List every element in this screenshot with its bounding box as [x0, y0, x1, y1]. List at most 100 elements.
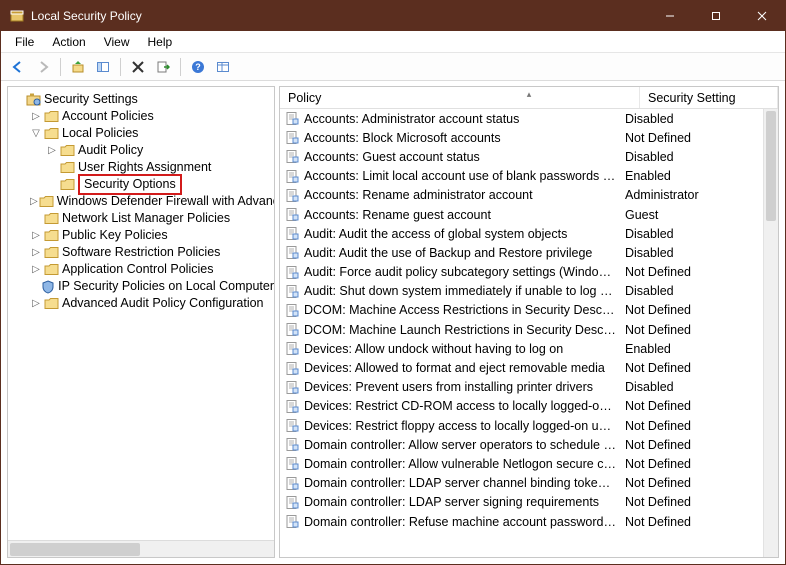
policy-setting: Not Defined — [625, 515, 763, 529]
policy-icon — [284, 130, 300, 146]
tree-view[interactable]: Security Settings▷Account Policies▽Local… — [8, 87, 274, 540]
policy-setting: Administrator — [625, 188, 763, 202]
policy-row[interactable]: DCOM: Machine Access Restrictions in Sec… — [280, 301, 763, 320]
tree-item[interactable]: ▷Software Restriction Policies — [10, 244, 274, 261]
tree-item[interactable]: IP Security Policies on Local Computer — [10, 278, 274, 295]
policy-row[interactable]: Accounts: Guest account statusDisabled — [280, 147, 763, 166]
expander-icon[interactable]: ▽ — [30, 125, 42, 142]
policy-setting: Not Defined — [625, 361, 763, 375]
policy-icon — [284, 149, 300, 165]
policy-name: Devices: Restrict floppy access to local… — [304, 419, 625, 433]
tree-item[interactable]: ▷Advanced Audit Policy Configuration — [10, 295, 274, 312]
expander-icon[interactable]: ▷ — [30, 227, 42, 244]
policy-row[interactable]: Domain controller: LDAP server signing r… — [280, 493, 763, 512]
list-pane: ▴ Policy Security Setting Accounts: Admi… — [279, 86, 779, 558]
policy-list[interactable]: Accounts: Administrator account statusDi… — [280, 109, 763, 557]
policy-row[interactable]: Domain controller: Refuse machine accoun… — [280, 512, 763, 531]
policy-setting: Disabled — [625, 227, 763, 241]
policy-row[interactable]: Accounts: Rename guest accountGuest — [280, 205, 763, 224]
list-vertical-scrollbar[interactable] — [763, 109, 778, 557]
folder-icon — [43, 245, 59, 261]
policy-row[interactable]: Audit: Force audit policy subcategory se… — [280, 263, 763, 282]
tree-item[interactable]: ▷Application Control Policies — [10, 261, 274, 278]
menu-view[interactable]: View — [96, 33, 138, 51]
folder-icon — [43, 211, 59, 227]
policy-setting: Not Defined — [625, 438, 763, 452]
expander-icon[interactable]: ▷ — [30, 108, 42, 125]
policy-icon — [284, 418, 300, 434]
up-button[interactable] — [67, 56, 89, 78]
policy-name: Accounts: Limit local account use of bla… — [304, 169, 625, 183]
policy-row[interactable]: Devices: Prevent users from installing p… — [280, 378, 763, 397]
menu-help[interactable]: Help — [140, 33, 181, 51]
policy-row[interactable]: DCOM: Machine Launch Restrictions in Sec… — [280, 320, 763, 339]
toolbar-sep — [180, 58, 181, 76]
toolbar-sep — [120, 58, 121, 76]
show-hide-tree-button[interactable] — [92, 56, 114, 78]
expander-icon[interactable]: ▷ — [46, 142, 58, 159]
tree-item[interactable]: Security Options — [10, 176, 274, 193]
details-view-button[interactable] — [212, 56, 234, 78]
expander-icon[interactable]: ▷ — [30, 193, 38, 210]
policy-icon — [284, 322, 300, 338]
policy-row[interactable]: Devices: Allow undock without having to … — [280, 339, 763, 358]
forward-button[interactable] — [32, 56, 54, 78]
help-button[interactable]: ? — [187, 56, 209, 78]
policy-row[interactable]: Devices: Allowed to format and eject rem… — [280, 358, 763, 377]
delete-button[interactable] — [127, 56, 149, 78]
policy-row[interactable]: Domain controller: Allow vulnerable Netl… — [280, 454, 763, 473]
tree-item-label: Windows Defender Firewall with Advanced … — [57, 193, 274, 210]
policy-row[interactable]: Accounts: Limit local account use of bla… — [280, 167, 763, 186]
policy-name: Accounts: Guest account status — [304, 150, 625, 164]
policy-row[interactable]: Accounts: Rename administrator accountAd… — [280, 186, 763, 205]
policy-row[interactable]: Devices: Restrict floppy access to local… — [280, 416, 763, 435]
policy-setting: Not Defined — [625, 457, 763, 471]
tree-item[interactable]: ▷Audit Policy — [10, 142, 274, 159]
policy-row[interactable]: Audit: Audit the use of Backup and Resto… — [280, 243, 763, 262]
tree-root[interactable]: Security Settings — [10, 91, 274, 108]
expander-icon[interactable]: ▷ — [30, 295, 42, 312]
back-button[interactable] — [7, 56, 29, 78]
column-header-setting[interactable]: Security Setting — [640, 87, 778, 108]
tree-item-label: Security Options — [78, 174, 182, 195]
tree-item[interactable]: ▷Public Key Policies — [10, 227, 274, 244]
maximize-button[interactable] — [693, 1, 739, 31]
folder-icon — [59, 177, 75, 193]
content-area: Security Settings▷Account Policies▽Local… — [1, 81, 785, 564]
policy-name: Domain controller: Refuse machine accoun… — [304, 515, 625, 529]
close-button[interactable] — [739, 1, 785, 31]
minimize-button[interactable] — [647, 1, 693, 31]
menu-action[interactable]: Action — [44, 33, 93, 51]
policy-icon — [284, 207, 300, 223]
scrollbar-thumb[interactable] — [766, 111, 776, 221]
policy-icon — [284, 283, 300, 299]
policy-row[interactable]: Devices: Restrict CD-ROM access to local… — [280, 397, 763, 416]
title-bar[interactable]: Local Security Policy — [1, 1, 785, 31]
sort-indicator-icon: ▴ — [527, 89, 532, 100]
policy-setting: Disabled — [625, 284, 763, 298]
policy-row[interactable]: Accounts: Block Microsoft accountsNot De… — [280, 128, 763, 147]
menu-file[interactable]: File — [7, 33, 42, 51]
menu-bar: File Action View Help — [1, 31, 785, 53]
column-header-policy[interactable]: Policy — [280, 87, 640, 108]
policy-row[interactable]: Audit: Shut down system immediately if u… — [280, 282, 763, 301]
policy-name: Domain controller: Allow vulnerable Netl… — [304, 457, 625, 471]
policy-row[interactable]: Accounts: Administrator account statusDi… — [280, 109, 763, 128]
tree-item[interactable]: Network List Manager Policies — [10, 210, 274, 227]
policy-name: Domain controller: LDAP server signing r… — [304, 495, 625, 509]
export-button[interactable] — [152, 56, 174, 78]
policy-name: Audit: Force audit policy subcategory se… — [304, 265, 625, 279]
window-title: Local Security Policy — [31, 9, 647, 23]
tree-item[interactable]: ▷Account Policies — [10, 108, 274, 125]
policy-row[interactable]: Domain controller: LDAP server channel b… — [280, 474, 763, 493]
window-root: Local Security Policy File Action View H… — [0, 0, 786, 565]
tree-horizontal-scrollbar[interactable] — [8, 540, 274, 557]
expander-icon[interactable]: ▷ — [30, 244, 42, 261]
policy-row[interactable]: Domain controller: Allow server operator… — [280, 435, 763, 454]
tree-item[interactable]: ▷ Windows Defender Firewall with Advanced… — [10, 193, 274, 210]
expander-icon[interactable]: ▷ — [30, 261, 42, 278]
tree-item[interactable]: ▽Local Policies — [10, 125, 274, 142]
policy-row[interactable]: Audit: Audit the access of global system… — [280, 224, 763, 243]
policy-setting: Disabled — [625, 150, 763, 164]
scrollbar-thumb[interactable] — [10, 543, 140, 556]
